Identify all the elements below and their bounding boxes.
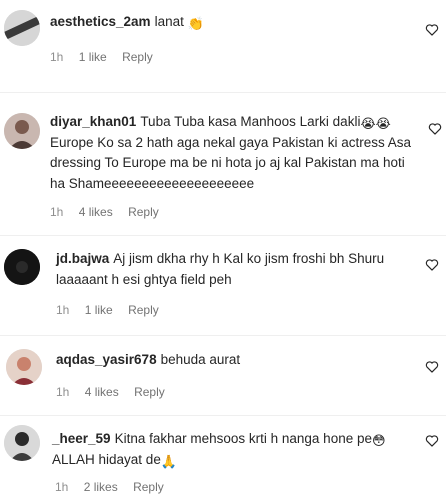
clap-emoji: 👏 [187,16,204,31]
comment-text: aesthetics_2am lanat 👏 [50,12,410,33]
reply-button[interactable]: Reply [133,480,164,494]
like-heart-icon[interactable] [425,434,439,447]
comment-username[interactable]: _heer_59 [52,431,111,446]
comment-time: 1h [55,480,69,494]
comment-text: aqdas_yasir678 behuda aurat [56,350,411,371]
comment-meta: 1h 2 likes Reply [55,480,176,494]
reply-button[interactable]: Reply [122,50,153,64]
divider [0,92,446,93]
flushed-emoji: 😳 [371,433,386,448]
comment-time: 1h [56,385,70,399]
comment-body: Tuba Tuba kasa Manhoos Larki dakli [140,114,361,129]
comment-meta: 1h 1 like Reply [56,303,171,317]
reply-button[interactable]: Reply [134,385,165,399]
reply-button[interactable]: Reply [128,205,159,219]
comment-likes[interactable]: 2 likes [84,480,118,494]
divider [0,335,446,336]
avatar-image [6,349,42,385]
comment-meta: 1h 4 likes Reply [50,205,171,219]
comment-username[interactable]: aqdas_yasir678 [56,352,157,367]
like-heart-icon[interactable] [425,23,439,36]
folded-hands-emoji: 🙏 [160,453,178,469]
comment-text: jd.bajwa Aj jism dkha rhy h Kal ko jism f… [56,249,411,290]
comment-likes[interactable]: 1 like [85,303,113,317]
avatar-image [4,425,40,461]
comment-body: lanat [154,14,184,29]
comment-meta: 1h 4 likes Reply [56,385,177,399]
avatar[interactable] [4,425,40,461]
divider [0,415,446,416]
avatar[interactable] [4,113,40,149]
comment-body: Kitna fakhar mehsoos krti h nanga hone p… [114,431,372,446]
comment-time: 1h [50,50,64,64]
comment-username[interactable]: jd.bajwa [56,251,109,266]
comment-username[interactable]: aesthetics_2am [50,14,151,29]
reply-button[interactable]: Reply [128,303,159,317]
comment-body-continued: Europe Ko sa 2 hath aga nekal gaya Pakis… [50,134,411,191]
like-heart-icon[interactable] [425,360,439,373]
comment-meta: 1h 1 like Reply [50,50,165,64]
comment-time: 1h [56,303,70,317]
like-heart-icon[interactable] [428,122,442,135]
avatar-image [4,10,40,46]
avatar-image [4,113,40,149]
comment-likes[interactable]: 4 likes [85,385,119,399]
comment-text: _heer_59 Kitna fakhar mehsoos krti h nang… [52,429,412,470]
comment-body-continued: ALLAH hidayat de [52,451,161,467]
comment-likes[interactable]: 4 likes [79,205,113,219]
avatar-image [4,249,40,285]
comment-likes[interactable]: 1 like [79,50,107,64]
divider [0,235,446,236]
crying-emoji: 😭😭 [360,116,391,131]
comment-body: behuda aurat [160,352,241,367]
avatar[interactable] [4,249,40,285]
avatar[interactable] [6,349,42,385]
like-heart-icon[interactable] [425,258,439,271]
comment-username[interactable]: diyar_khan01 [50,114,136,129]
comment-text: diyar_khan01 Tuba Tuba kasa Manhoos Larki… [50,112,420,194]
avatar[interactable] [4,10,40,46]
comment-time: 1h [50,205,64,219]
